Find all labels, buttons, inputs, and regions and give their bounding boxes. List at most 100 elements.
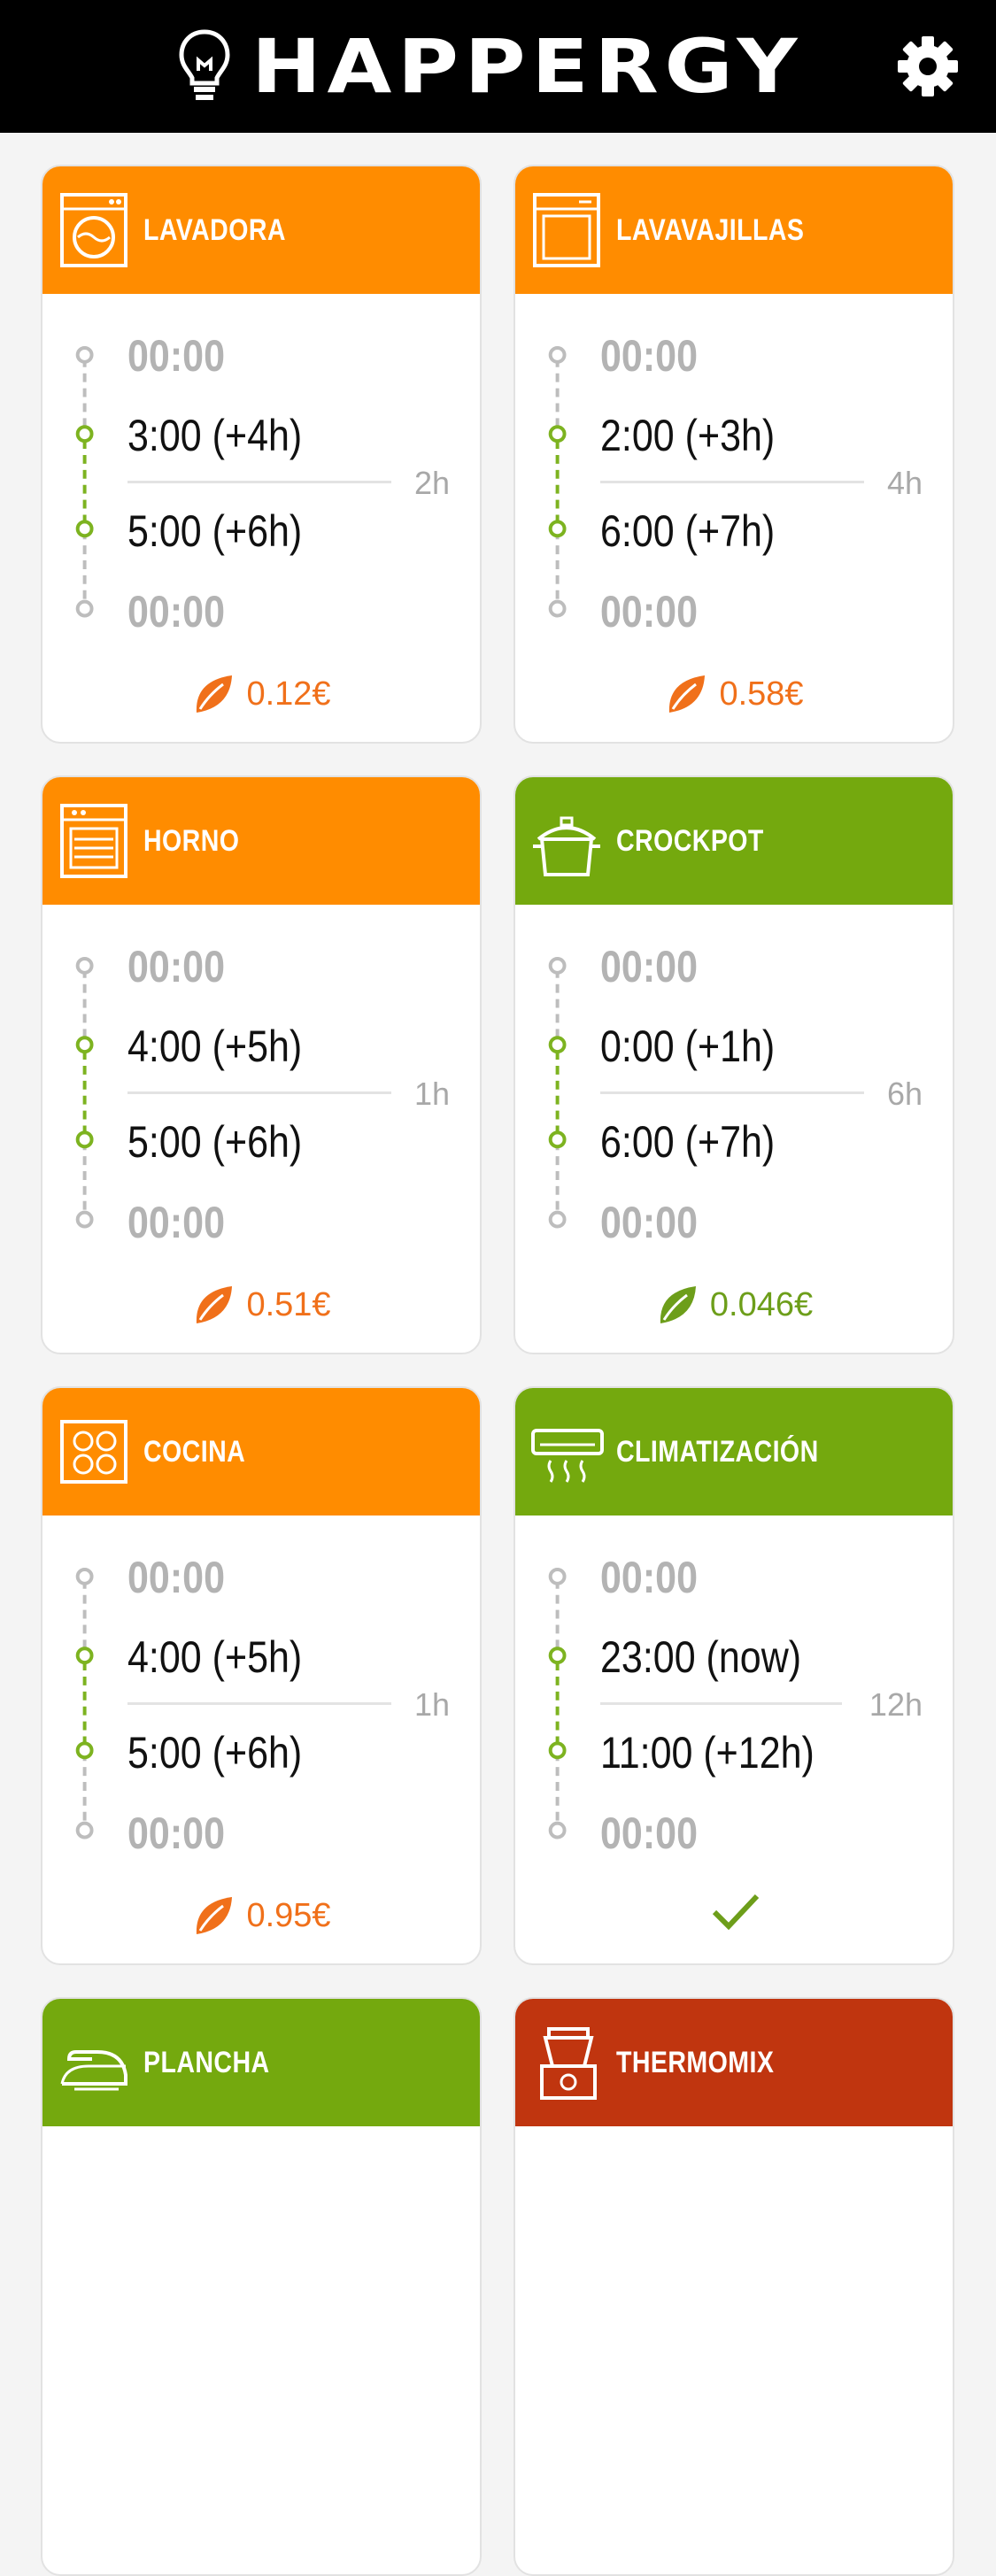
timeline-node-start (75, 345, 94, 364)
timeline-node-to (548, 1741, 567, 1760)
scheduled-start-time[interactable]: 2:00 (+3h) (600, 413, 775, 458)
card-header: THERMOMIX (515, 1999, 953, 2126)
estimated-cost: 0.12€ (42, 669, 480, 719)
timeline-node-end (75, 1821, 94, 1839)
dishwasher-icon (533, 193, 600, 267)
timeline-node-to (548, 1130, 567, 1149)
leaf-icon (669, 675, 706, 713)
estimated-cost: 0.95€ (42, 1891, 480, 1940)
washing-machine-icon (60, 193, 127, 267)
window-end-time[interactable]: 00:00 (600, 590, 698, 634)
scheduled-end-time[interactable]: 6:00 (+7h) (600, 1120, 775, 1164)
scheduled-end-time[interactable]: 5:00 (+6h) (127, 509, 302, 553)
estimated-cost: 0.58€ (515, 669, 953, 719)
timeline-node-to (75, 1741, 94, 1760)
timeline-node-end (548, 1821, 567, 1839)
window-start-time[interactable]: 00:00 (600, 945, 698, 989)
iron-icon (60, 2050, 127, 2091)
air-conditioner-icon (531, 1429, 604, 1483)
gear-icon[interactable] (894, 33, 961, 100)
oven-icon (60, 804, 127, 878)
window-start-time[interactable]: 00:00 (600, 1555, 698, 1600)
leaf-icon (197, 1286, 233, 1323)
scheduled-end-time[interactable]: 5:00 (+6h) (127, 1120, 302, 1164)
appliance-name: LAVAVAJILLAS (616, 212, 805, 247)
appliance-name: CROCKPOT (616, 823, 764, 858)
appliance-name: COCINA (143, 1434, 246, 1469)
timeline-node-end (75, 1210, 94, 1229)
scheduled-start-time[interactable]: 23:00 (now) (600, 1635, 801, 1679)
timeline-node-from (75, 1036, 94, 1054)
duration-label: 4h (886, 465, 923, 501)
estimated-cost: 0.51€ (42, 1280, 480, 1330)
appliance-card-climatizacin[interactable]: CLIMATIZACIÓN 00:00 23:00 (now) 12h 11:00 (+… (513, 1386, 954, 1965)
window-end-time[interactable]: 00:00 (127, 1200, 225, 1245)
card-header: CROCKPOT (515, 777, 953, 905)
scheduled-start-time[interactable]: 0:00 (+1h) (600, 1024, 775, 1068)
timeline-node-start (548, 345, 567, 364)
thermomix-icon (540, 2027, 597, 2100)
scheduled-start-time[interactable]: 3:00 (+4h) (127, 413, 302, 458)
appliance-name: LAVADORA (143, 212, 286, 247)
scheduled-end-time[interactable]: 5:00 (+6h) (127, 1731, 302, 1775)
window-start-time[interactable]: 00:00 (127, 334, 225, 378)
window-start-time[interactable]: 00:00 (600, 334, 698, 378)
window-end-time[interactable]: 00:00 (127, 1811, 225, 1855)
card-header: HORNO (42, 777, 480, 905)
duration-label: 6h (886, 1076, 923, 1112)
scheduled-end-time[interactable]: 11:00 (+12h) (600, 1731, 815, 1775)
card-header: COCINA (42, 1388, 480, 1516)
timeline-node-end (548, 599, 567, 618)
appliance-card-thermomix[interactable]: THERMOMIX (513, 1997, 954, 2576)
appliance-name: PLANCHA (143, 2045, 270, 2079)
appliance-card-lavavajillas[interactable]: LAVAVAJILLAS 00:00 2:00 (+3h) 4h 6:00 (+7h) 0… (513, 165, 954, 744)
appliance-card-lavadora[interactable]: LAVADORA 00:00 3:00 (+4h) 2h 5:00 (+6h) 00:00… (41, 165, 482, 744)
timeline-node-from (75, 1647, 94, 1665)
time-separator (600, 1091, 864, 1094)
window-end-time[interactable]: 00:00 (600, 1200, 698, 1245)
timeline-node-from (75, 425, 94, 443)
appliance-name: THERMOMIX (616, 2045, 775, 2079)
timeline-node-end (548, 1210, 567, 1229)
time-separator (127, 481, 391, 483)
appliance-name: HORNO (143, 823, 240, 858)
timeline-node-from (548, 1036, 567, 1054)
timeline-node-to (75, 1130, 94, 1149)
appliance-card-cocina[interactable]: COCINA 00:00 4:00 (+5h) 1h 5:00 (+6h) 00:00 0.… (41, 1386, 482, 1965)
appliance-card-horno[interactable]: HORNO 00:00 4:00 (+5h) 1h 5:00 (+6h) 00:00 0.5… (41, 775, 482, 1354)
timeline-node-to (548, 520, 567, 538)
timeline-node-start (548, 956, 567, 975)
scheduled-end-time[interactable]: 6:00 (+7h) (600, 509, 775, 553)
window-start-time[interactable]: 00:00 (127, 1555, 225, 1600)
cooktop-icon (60, 1420, 127, 1484)
app-header: HAPPERGY (0, 0, 996, 133)
time-separator (127, 1091, 391, 1094)
check-icon (712, 1893, 760, 1931)
duration-label: 1h (413, 1686, 450, 1723)
scheduled-start-time[interactable]: 4:00 (+5h) (127, 1635, 302, 1679)
cost-value: 0.95€ (246, 1896, 331, 1934)
timeline-node-end (75, 599, 94, 618)
card-header: PLANCHA (42, 1999, 480, 2126)
time-separator (127, 1702, 391, 1705)
duration-label: 1h (413, 1076, 450, 1112)
timeline-node-to (75, 520, 94, 538)
timeline-node-start (548, 1567, 567, 1585)
window-end-time[interactable]: 00:00 (600, 1811, 698, 1855)
duration-label: 12h (869, 1686, 923, 1723)
leaf-icon (197, 675, 233, 713)
appliance-card-plancha[interactable]: PLANCHA (41, 1997, 482, 2576)
scheduled-start-time[interactable]: 4:00 (+5h) (127, 1024, 302, 1068)
cost-value: 0.51€ (246, 1285, 331, 1323)
window-start-time[interactable]: 00:00 (127, 945, 225, 989)
timeline-node-start (75, 1567, 94, 1585)
appliance-card-crockpot[interactable]: CROCKPOT 00:00 0:00 (+1h) 6h 6:00 (+7h) 00:00… (513, 775, 954, 1354)
cost-value: 0.58€ (719, 675, 804, 713)
cost-value: 0.12€ (246, 675, 331, 713)
card-header: LAVADORA (42, 166, 480, 294)
window-end-time[interactable]: 00:00 (127, 590, 225, 634)
crockpot-icon (533, 816, 600, 876)
app-name: HAPPERGY (251, 23, 804, 110)
card-header: CLIMATIZACIÓN (515, 1388, 953, 1516)
leaf-icon (660, 1286, 696, 1323)
